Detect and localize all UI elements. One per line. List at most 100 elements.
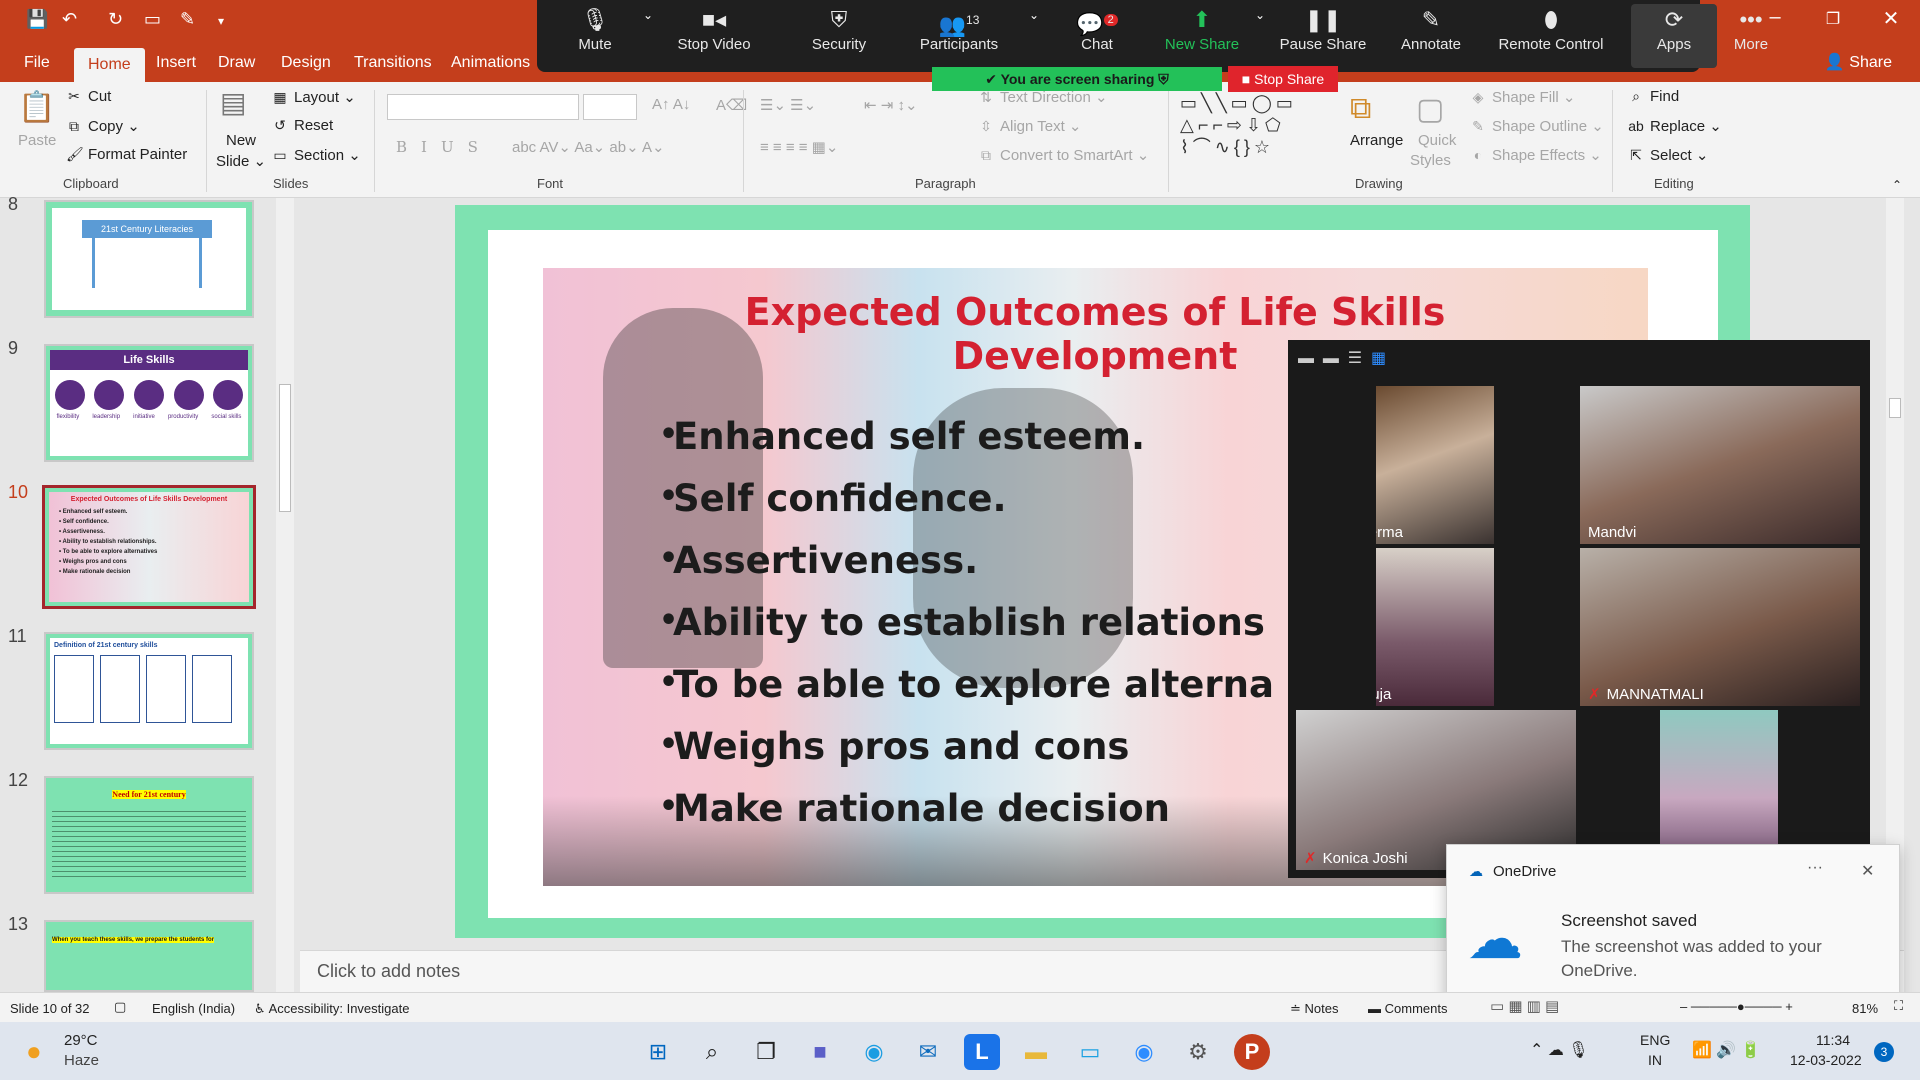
scrollbar-thumb[interactable] (1889, 398, 1901, 418)
align-text-button[interactable]: ⇳ Align Text ⌄ (978, 117, 1081, 135)
close-icon[interactable]: ✕ (1861, 861, 1874, 881)
notes-button[interactable]: ≐ Notes (1290, 1001, 1338, 1017)
format-painter-button[interactable]: 🖌 Format Painter (66, 146, 187, 163)
bullet-item[interactable]: Weighs pros and cons (659, 725, 1129, 768)
zoom-app-icon[interactable]: ◉ (1126, 1034, 1162, 1070)
tab-design[interactable]: Design (281, 54, 331, 72)
chat-button[interactable]: 💬 2 Chat (1047, 4, 1147, 68)
collapse-ribbon-icon[interactable]: ⌃ (1892, 178, 1902, 192)
mute-button[interactable]: 🎙 Mute (545, 4, 645, 68)
bullet-item[interactable]: Ability to establish relations (659, 601, 1265, 644)
tab-draw[interactable]: Draw (218, 54, 255, 72)
notes-placeholder[interactable]: Click to add notes (317, 961, 460, 982)
participant-tile[interactable]: ✗Neha ahuja (1376, 548, 1494, 706)
language-bottom[interactable]: IN (1648, 1052, 1662, 1068)
stop-share-button[interactable]: ■ Stop Share (1228, 66, 1338, 92)
new-slide-label[interactable]: Slide ⌄ (216, 152, 266, 170)
language-indicator[interactable]: English (India) (152, 1001, 235, 1016)
shape-outline-button[interactable]: ✎ Shape Outline ⌄ (1470, 117, 1604, 135)
new-slide-button[interactable]: New (226, 132, 256, 149)
annotate-button[interactable]: ✎ Annotate (1381, 4, 1481, 68)
replace-button[interactable]: ab Replace ⌄ (1628, 117, 1722, 135)
participant-tile[interactable]: Mandvi (1580, 386, 1860, 544)
file-explorer-icon[interactable]: ▬ (1018, 1034, 1054, 1070)
settings-icon[interactable]: ⚙ (1180, 1034, 1216, 1070)
accessibility-button[interactable]: ♿ Accessibility: Investigate (254, 1001, 409, 1017)
bullet-item[interactable]: Self confidence. (659, 477, 1007, 520)
tab-insert[interactable]: Insert (156, 54, 196, 72)
font-effects-icons[interactable]: abc AV⌄ Aa⌄ ab⌄ A⌄ (512, 138, 665, 156)
zoom-level[interactable]: 81% (1852, 1001, 1878, 1016)
temperature[interactable]: 29°C (64, 1032, 98, 1049)
paste-icon[interactable]: 📋 (18, 90, 55, 125)
participant-tile[interactable]: ✗Veena verma (1376, 386, 1494, 544)
remote-control-button[interactable]: ⬮ Remote Control (1481, 4, 1621, 68)
clock-date[interactable]: 12-03-2022 (1790, 1052, 1862, 1068)
select-button[interactable]: ⇱ Select ⌄ (1628, 146, 1708, 164)
font-style-icons[interactable]: BIUS (396, 138, 492, 156)
stop-video-button[interactable]: ■◂ Stop Video (649, 4, 779, 68)
view-buttons[interactable]: ▭ ▦ ▥ ▤ (1490, 997, 1559, 1015)
redo-icon[interactable]: ↻ (108, 9, 123, 30)
customize-icon[interactable]: ▾ (218, 14, 224, 28)
bullet-item[interactable]: Make rationale decision (659, 787, 1170, 830)
grow-font-icon[interactable]: A↑ A↓ (652, 96, 690, 113)
weather-condition[interactable]: Haze (64, 1052, 99, 1069)
onedrive-notification[interactable]: ☁ OneDrive ··· ✕ ☁ Screenshot saved The … (1446, 844, 1900, 1004)
arrange-icon[interactable]: ⧉ (1350, 92, 1371, 126)
clock-time[interactable]: 11:34 (1816, 1032, 1850, 1048)
list-icons[interactable]: ☰⌄ ☰⌄ (760, 96, 816, 114)
shape-fill-button[interactable]: ◈ Shape Fill ⌄ (1470, 88, 1576, 106)
search-icon[interactable]: ⌕ (694, 1034, 730, 1070)
participants-options-icon[interactable]: ⌄ (1027, 8, 1041, 72)
powerpoint-icon[interactable]: P (1234, 1034, 1270, 1070)
convert-smartart-button[interactable]: ⧉ Convert to SmartArt ⌄ (978, 146, 1149, 164)
more-button[interactable]: ••• More (1713, 4, 1789, 68)
tray-icons[interactable]: ⌃ ☁ 🎙 (1530, 1040, 1589, 1060)
tab-animations[interactable]: Animations (451, 54, 530, 72)
new-slide-icon[interactable]: ▤ (220, 86, 246, 119)
weather-icon[interactable]: ● (26, 1036, 42, 1067)
tab-transitions[interactable]: Transitions (354, 54, 432, 72)
more-options-icon[interactable]: ··· (1807, 859, 1823, 877)
participants-button[interactable]: 👥13 Participants (889, 4, 1029, 68)
language-top[interactable]: ENG (1640, 1032, 1670, 1048)
arrange-button[interactable]: Arrange (1350, 132, 1403, 149)
indent-icons[interactable]: ⇤ ⇥ ↕⌄ (864, 96, 918, 114)
shape-effects-button[interactable]: ◐ Shape Effects ⌄ (1470, 146, 1602, 164)
quick-styles-button[interactable]: Quick (1418, 132, 1456, 149)
mail-icon[interactable]: ✉ (910, 1034, 946, 1070)
fit-to-window-icon[interactable]: ⛶ (1894, 998, 1903, 1014)
font-size-box[interactable] (583, 94, 637, 120)
tab-home[interactable]: Home (74, 48, 145, 82)
reset-button[interactable]: ↺ Reset (272, 117, 333, 134)
quick-styles-label[interactable]: Styles (1410, 152, 1451, 169)
app-l-icon[interactable]: L (964, 1034, 1000, 1070)
shapes-gallery[interactable]: ▭╲╲▭◯▭ △⌐⌐⇨⇩⬠ ⌇⌒∿{}☆ (1180, 92, 1336, 160)
find-button[interactable]: ⌕ Find (1628, 88, 1679, 105)
save-icon[interactable]: 💾 (26, 9, 48, 30)
slide-thumbnail-9[interactable]: Life Skills flexibility leadership initiat… (44, 344, 254, 462)
start-icon[interactable]: ⊞ (640, 1034, 676, 1070)
slide-thumbnail-11[interactable]: Definition of 21st century skills (44, 632, 254, 750)
bullet-item[interactable]: To be able to explore alterna (659, 663, 1274, 706)
network-sound-battery-icons[interactable]: 📶 🔊 🔋 (1692, 1040, 1761, 1060)
quick-styles-icon[interactable]: ▢ (1416, 92, 1444, 127)
apps-button[interactable]: ⟳ Apps (1631, 4, 1717, 68)
slide-thumbnail-12[interactable]: Need for 21st century (44, 776, 254, 894)
slide-thumbnail-8[interactable]: 21st Century Literacies (44, 200, 254, 318)
layout-button[interactable]: ▦ Layout ⌄ (272, 88, 355, 106)
gallery-view-controls[interactable]: ▬ ▬ ☰ ▦ (1298, 348, 1386, 368)
participant-tile[interactable]: ✗ MANNATMALI (1580, 548, 1860, 706)
tab-file[interactable]: File (24, 54, 50, 72)
teams-icon[interactable]: ■ (802, 1034, 838, 1070)
paste-button[interactable]: Paste (18, 132, 56, 149)
bullet-item[interactable]: Enhanced self esteem. (659, 415, 1145, 458)
editor-scrollbar[interactable] (1886, 198, 1904, 950)
zoom-slider[interactable]: – ─────●──── + (1680, 999, 1793, 1014)
spellcheck-icon[interactable]: ▢ (114, 999, 126, 1015)
close-icon[interactable]: ✕ (1868, 6, 1914, 31)
copy-button[interactable]: ⧉ Copy ⌄ (66, 117, 140, 135)
screen-sharing-banner[interactable]: ✔ You are screen sharing ⛨ (932, 67, 1222, 91)
comments-button[interactable]: ▬ Comments (1368, 1001, 1447, 1016)
